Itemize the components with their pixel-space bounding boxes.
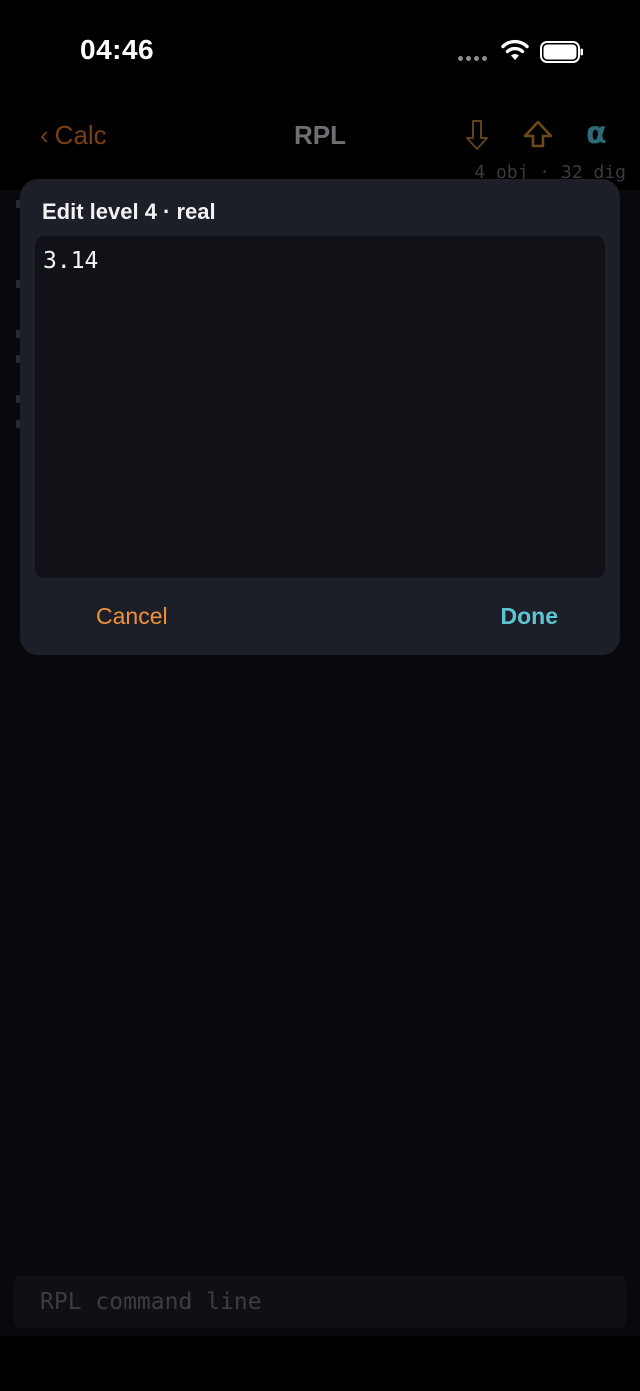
edit-level-modal: Edit level 4 · real 3.14 Cancel Done (20, 179, 620, 655)
command-line-input[interactable] (14, 1276, 626, 1328)
modal-title: Edit level 4 · real (42, 199, 216, 224)
status-time: 04:46 (80, 34, 155, 65)
shift-arrow-up-icon[interactable] (522, 118, 554, 152)
cancel-button[interactable]: Cancel (76, 599, 188, 633)
arrow-down-outline-icon[interactable] (462, 118, 492, 152)
alpha-mode-button[interactable]: α (586, 116, 607, 151)
status-bar: 04:46 (0, 0, 640, 100)
edit-value-textarea[interactable]: 3.14 (35, 236, 605, 578)
screen: 04:46 ‹ Calc RPL α 4 obj · 32 dig Edit l… (0, 0, 640, 1391)
home-indicator-area (0, 1336, 640, 1391)
battery-full-icon (540, 41, 583, 63)
wifi-icon (501, 39, 529, 60)
cellular-dots-icon (458, 56, 487, 61)
done-button[interactable]: Done (483, 599, 577, 633)
